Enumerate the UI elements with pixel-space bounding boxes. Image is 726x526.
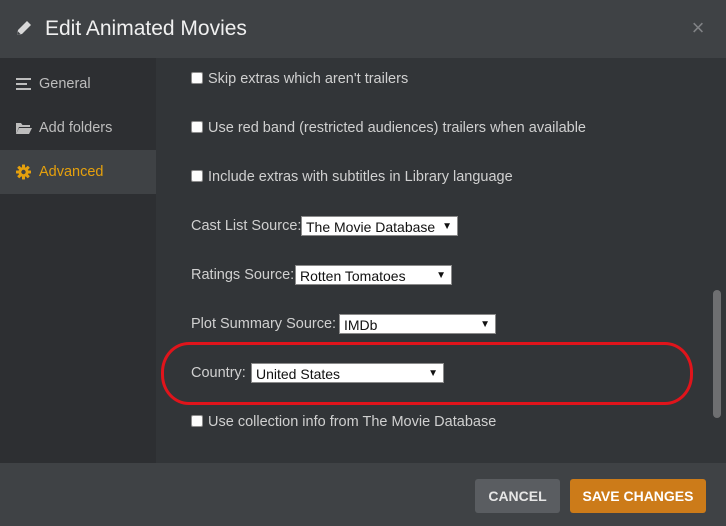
country-label: Country: [191, 365, 246, 381]
collection-info-option[interactable]: Use collection info from The Movie Datab… [191, 413, 496, 431]
checkbox-label: Use red band (restricted audiences) trai… [208, 120, 586, 136]
dialog-header: Edit Animated Movies × [0, 0, 726, 58]
select-value: The Movie Database [306, 219, 436, 235]
scrollbar-thumb[interactable] [713, 290, 721, 418]
skip-extras-checkbox[interactable] [191, 72, 203, 84]
sidebar: General Add folders Advanced [0, 58, 156, 463]
country-select[interactable]: United States ▼ [251, 363, 444, 383]
plot-summary-source-label: Plot Summary Source: [191, 316, 337, 332]
skip-extras-option[interactable]: Skip extras which aren't trailers [191, 70, 408, 88]
gear-icon [16, 164, 31, 180]
dropdown-arrow-icon: ▼ [436, 270, 446, 281]
select-value: Rotten Tomatoes [300, 268, 406, 284]
advanced-settings-panel: Skip extras which aren't trailers Use re… [156, 58, 726, 463]
dropdown-arrow-icon: ▼ [480, 319, 490, 330]
red-band-trailers-option[interactable]: Use red band (restricted audiences) trai… [191, 119, 586, 137]
sidebar-item-label: Advanced [39, 164, 104, 180]
checkbox-label: Include extras with subtitles in Library… [208, 169, 513, 185]
select-value: IMDb [344, 317, 378, 333]
dropdown-arrow-icon: ▼ [442, 221, 452, 232]
cast-list-source-label: Cast List Source: [191, 218, 302, 234]
cast-list-source-select[interactable]: The Movie Database ▼ [301, 216, 458, 236]
sidebar-item-label: General [39, 76, 91, 92]
subtitled-extras-checkbox[interactable] [191, 170, 203, 182]
close-icon[interactable]: × [690, 16, 706, 40]
checkbox-label: Skip extras which aren't trailers [208, 71, 409, 87]
ratings-source-label: Ratings Source: [191, 267, 295, 283]
dialog-title: Edit Animated Movies [45, 17, 247, 40]
sidebar-item-advanced[interactable]: Advanced [0, 150, 156, 194]
sidebar-item-general[interactable]: General [0, 62, 156, 106]
checkbox-label: Use collection info from The Movie Datab… [208, 414, 497, 430]
ratings-source-row: Ratings Source: Rotten Tomatoes ▼ [191, 265, 491, 287]
ratings-source-select[interactable]: Rotten Tomatoes ▼ [295, 265, 452, 285]
sidebar-item-label: Add folders [39, 120, 113, 136]
dropdown-arrow-icon: ▼ [428, 368, 438, 379]
plot-summary-source-select[interactable]: IMDb ▼ [339, 314, 496, 334]
subtitled-extras-option[interactable]: Include extras with subtitles in Library… [191, 168, 513, 186]
list-icon [16, 78, 31, 90]
plot-summary-source-row: Plot Summary Source: IMDb ▼ [191, 314, 511, 336]
pencil-icon [17, 21, 31, 35]
collection-info-checkbox[interactable] [191, 415, 203, 427]
red-band-trailers-checkbox[interactable] [191, 121, 203, 133]
cancel-button[interactable]: CANCEL [475, 479, 560, 513]
save-changes-button[interactable]: SAVE CHANGES [570, 479, 706, 513]
folder-icon [16, 123, 32, 134]
sidebar-item-add-folders[interactable]: Add folders [0, 106, 156, 150]
cast-list-source-row: Cast List Source: The Movie Database ▼ [191, 216, 491, 238]
select-value: United States [256, 366, 341, 382]
dialog-footer: CANCEL SAVE CHANGES [0, 463, 726, 526]
country-row: Country: United States ▼ [191, 363, 491, 385]
